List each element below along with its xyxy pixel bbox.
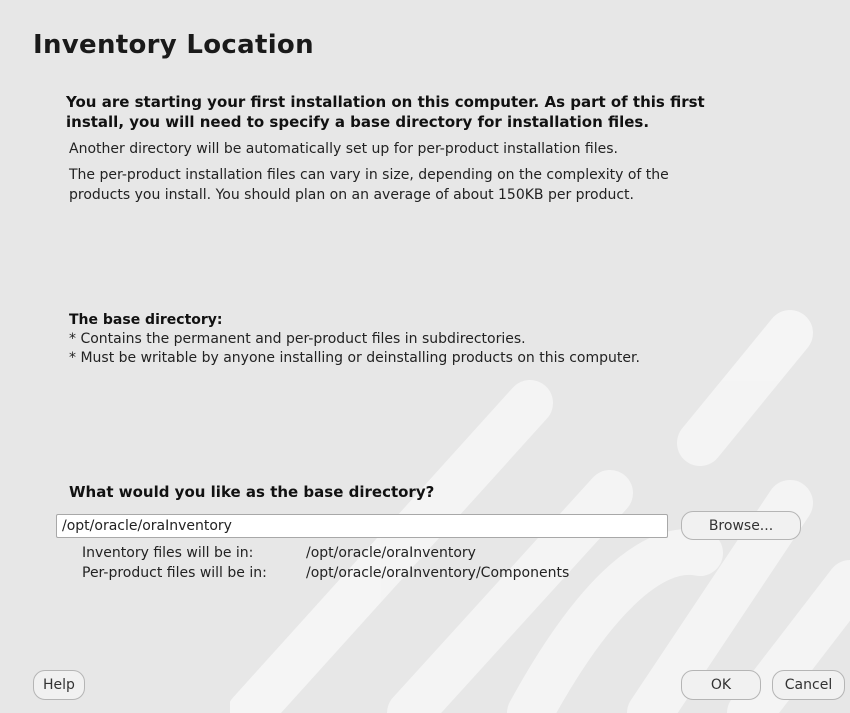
intro-line-1: Another directory will be automatically … <box>69 141 618 157</box>
base-directory-heading: The base directory: <box>69 312 223 328</box>
inventory-files-label: Inventory files will be in: <box>82 545 254 561</box>
watermark-graphic <box>230 310 850 713</box>
base-directory-input[interactable] <box>56 514 668 538</box>
inventory-files-value: /opt/oracle/oraInventory <box>306 545 476 561</box>
page-title: Inventory Location <box>33 30 314 60</box>
cancel-button[interactable]: Cancel <box>772 670 845 700</box>
intro-bold-line-2: install, you will need to specify a base… <box>66 113 650 131</box>
inventory-location-dialog: Inventory Location You are starting your… <box>0 0 850 713</box>
ok-button[interactable]: OK <box>681 670 761 700</box>
per-product-files-label: Per-product files will be in: <box>82 565 267 581</box>
base-directory-question: What would you like as the base director… <box>69 483 435 501</box>
intro-line-2: The per-product installation files can v… <box>69 167 669 183</box>
per-product-files-value: /opt/oracle/oraInventory/Components <box>306 565 570 581</box>
intro-line-3: products you install. You should plan on… <box>69 187 634 203</box>
intro-heading: You are starting your first installation… <box>66 92 786 132</box>
help-button[interactable]: Help <box>33 670 85 700</box>
browse-button[interactable]: Browse... <box>681 511 801 540</box>
base-directory-bullet-1: * Contains the permanent and per-product… <box>69 331 526 347</box>
intro-bold-line-1: You are starting your first installation… <box>66 93 705 111</box>
base-directory-bullet-2: * Must be writable by anyone installing … <box>69 350 640 366</box>
